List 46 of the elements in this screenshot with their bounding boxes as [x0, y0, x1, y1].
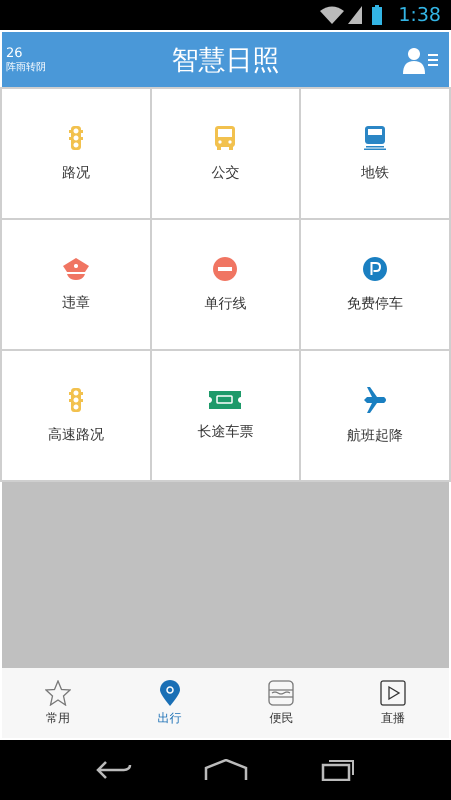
- nav-tab[interactable]: 直播: [337, 668, 449, 738]
- parking-icon: [363, 256, 388, 280]
- train-icon: [364, 126, 386, 150]
- store-icon: [268, 680, 294, 706]
- location-pin-icon: [160, 680, 180, 706]
- tile-label: 免费停车: [347, 294, 404, 312]
- ticket-icon: [209, 390, 242, 408]
- play-icon: [380, 680, 406, 706]
- traffic-light-icon: [68, 388, 83, 412]
- cap-icon: [62, 258, 89, 280]
- signal-icon: [348, 6, 362, 24]
- grid-tile[interactable]: 免费停车: [301, 220, 449, 349]
- grid-tile[interactable]: 公交: [152, 89, 300, 218]
- weather-text: 阵雨转阴: [6, 60, 46, 74]
- nav-tab[interactable]: 常用: [2, 668, 114, 738]
- tile-label: 高速路况: [48, 426, 104, 444]
- recent-apps-icon[interactable]: [320, 759, 355, 781]
- grid-tile[interactable]: 航班起降: [301, 351, 449, 480]
- no-entry-icon: [213, 256, 238, 280]
- grid-tile[interactable]: 地铁: [301, 89, 449, 218]
- grid-tile[interactable]: 路况: [2, 89, 150, 218]
- star-icon: [44, 680, 71, 706]
- battery-icon: [372, 5, 382, 25]
- bus-icon: [215, 126, 236, 150]
- home-icon[interactable]: [204, 759, 248, 781]
- tile-label: 违章: [62, 294, 90, 312]
- nav-tab[interactable]: 出行: [114, 668, 226, 738]
- grid-tile[interactable]: 高速路况: [2, 351, 150, 480]
- user-menu-icon[interactable]: [403, 46, 439, 74]
- tile-label: 地铁: [361, 164, 390, 182]
- temperature-text: 26: [6, 46, 24, 60]
- app-title: 智慧日照: [172, 44, 280, 78]
- status-time: 1:38: [398, 4, 441, 26]
- tile-label: 单行线: [204, 294, 246, 312]
- wifi-icon: [320, 6, 344, 24]
- tile-label: 长途车票: [197, 422, 254, 440]
- back-icon[interactable]: [96, 760, 132, 780]
- grid-tile[interactable]: 长途车票: [152, 351, 300, 480]
- airplane-icon: [362, 386, 388, 412]
- tile-label: 公交: [211, 164, 240, 182]
- grid-tile[interactable]: 违章: [2, 220, 150, 349]
- tile-label: 路况: [62, 164, 90, 182]
- tile-label: 航班起降: [347, 426, 404, 444]
- nav-tab[interactable]: 便民: [226, 668, 338, 738]
- grid-tile[interactable]: 单行线: [152, 220, 300, 349]
- traffic-light-icon: [68, 126, 83, 150]
